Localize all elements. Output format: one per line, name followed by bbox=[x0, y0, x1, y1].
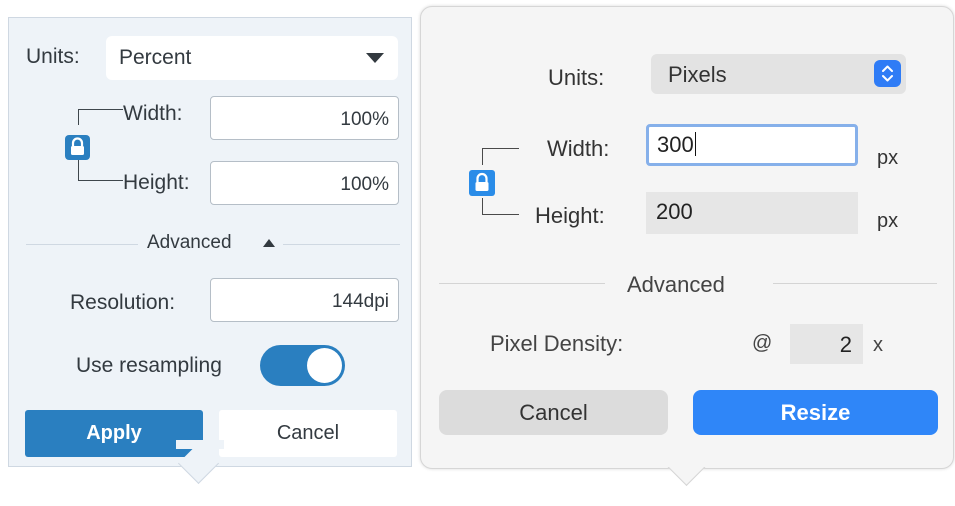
advanced-toggle[interactable]: Advanced bbox=[147, 232, 232, 254]
divider bbox=[773, 283, 937, 284]
width-input-value: 300 bbox=[657, 132, 697, 158]
disclosure-up-icon[interactable] bbox=[263, 239, 275, 247]
cancel-button[interactable]: Cancel bbox=[219, 410, 397, 457]
width-label: Width: bbox=[547, 136, 610, 161]
dropdown-caret-icon bbox=[366, 53, 384, 63]
resize-button[interactable]: Resize bbox=[693, 390, 938, 435]
toggle-knob bbox=[307, 348, 342, 383]
popover-pointer-mask bbox=[176, 440, 224, 449]
pixel-density-value: 2 bbox=[839, 332, 852, 357]
units-popup-value: Pixels bbox=[668, 62, 727, 87]
units-dropdown[interactable]: Percent bbox=[106, 36, 398, 80]
aspect-link-bracket-top bbox=[78, 109, 123, 125]
width-label: Width: bbox=[123, 102, 183, 125]
resolution-input[interactable]: 144dpi bbox=[210, 278, 399, 322]
aspect-link-bracket-bottom bbox=[482, 198, 519, 215]
height-unit-label: px bbox=[877, 210, 899, 232]
stepper-chevrons-icon bbox=[874, 60, 901, 87]
left-resize-panel: Units: Percent Width: 100% Height: 100% … bbox=[8, 17, 412, 467]
width-input[interactable]: 300 bbox=[646, 124, 858, 166]
resampling-label: Use resampling bbox=[76, 354, 222, 377]
width-input[interactable]: 100% bbox=[210, 96, 399, 140]
resampling-toggle[interactable] bbox=[260, 345, 345, 386]
width-input-value: 100% bbox=[340, 109, 389, 130]
text-cursor bbox=[694, 132, 697, 156]
resolution-label: Resolution: bbox=[70, 291, 176, 314]
lock-icon[interactable] bbox=[469, 170, 495, 196]
apply-button[interactable]: Apply bbox=[25, 410, 203, 457]
cancel-button[interactable]: Cancel bbox=[439, 390, 668, 435]
width-unit-label: px bbox=[877, 147, 899, 169]
pixel-density-input[interactable]: 2 bbox=[790, 324, 863, 364]
aspect-link-bracket-top bbox=[482, 148, 519, 165]
pixel-density-label: Pixel Density: bbox=[490, 331, 624, 356]
advanced-section-label: Advanced bbox=[627, 272, 725, 297]
divider bbox=[283, 244, 400, 245]
resolution-input-value: 144dpi bbox=[331, 291, 389, 312]
height-input[interactable]: 100% bbox=[210, 161, 399, 205]
width-input-text: 300 bbox=[657, 132, 694, 157]
density-prefix: @ bbox=[752, 332, 773, 354]
height-input[interactable]: 200 bbox=[646, 192, 858, 234]
units-label: Units: bbox=[548, 65, 605, 90]
units-dropdown-value: Percent bbox=[119, 46, 192, 69]
height-input-value: 200 bbox=[656, 199, 693, 224]
popover-pointer-mask bbox=[662, 445, 712, 467]
units-popup-button[interactable]: Pixels bbox=[651, 54, 906, 94]
density-suffix: x bbox=[873, 334, 883, 356]
units-label: Units: bbox=[26, 45, 80, 68]
lock-icon[interactable] bbox=[65, 135, 90, 160]
divider bbox=[26, 244, 138, 245]
aspect-link-bracket-bottom bbox=[78, 160, 123, 181]
height-label: Height: bbox=[123, 171, 190, 194]
right-resize-panel: Units: Pixels Width: 300 px Height: 200 … bbox=[420, 6, 954, 469]
height-input-value: 100% bbox=[340, 174, 389, 195]
divider bbox=[439, 283, 605, 284]
height-label: Height: bbox=[535, 203, 605, 228]
